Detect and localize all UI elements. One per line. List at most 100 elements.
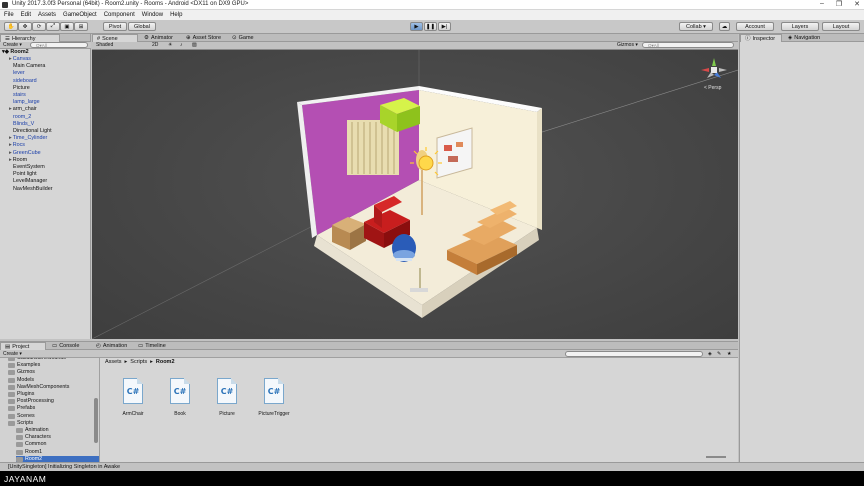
layout-dropdown[interactable]: Layout	[822, 22, 860, 31]
hierarchy-item[interactable]: room_2	[13, 114, 31, 121]
hierarchy-item[interactable]: Point light	[13, 171, 37, 178]
hierarchy-item[interactable]: Blinds_V	[13, 121, 34, 128]
breadcrumb-assets[interactable]: Assets	[105, 359, 122, 365]
folder-item[interactable]: Examples	[8, 362, 99, 369]
tab-game[interactable]: ⊙ Game	[228, 34, 258, 42]
expand-arrow-icon[interactable]: ▸	[9, 150, 12, 156]
folder-item[interactable]: NavMeshComponents	[8, 384, 99, 391]
tab-project[interactable]: ▤ Project	[0, 342, 46, 350]
collab-dropdown[interactable]: Collab ▾	[679, 22, 713, 31]
hierarchy-search-input[interactable]: Q▾All	[30, 42, 88, 48]
scene-gizmo[interactable]	[699, 56, 729, 82]
tab-console[interactable]: ▭ Console	[48, 342, 83, 350]
hierarchy-item[interactable]: NavMeshBuilder	[13, 186, 53, 193]
folder-item[interactable]: Gizmos	[8, 369, 99, 376]
menu-gameobject[interactable]: GameObject	[63, 12, 97, 18]
hierarchy-item[interactable]: ▸Rocs	[9, 142, 25, 149]
tab-hierarchy[interactable]: ☰ Hierarchy	[0, 34, 60, 42]
hand-tool-button[interactable]: ✋	[4, 22, 18, 31]
expand-arrow-icon[interactable]: ▸	[9, 142, 12, 148]
filter-label-icon[interactable]: ✎	[717, 350, 721, 358]
breadcrumb-room2[interactable]: Room2	[156, 359, 175, 365]
asset-item[interactable]: C# Picture	[207, 378, 247, 426]
hierarchy-item[interactable]: Main Camera	[13, 63, 45, 70]
audio-toggle-icon[interactable]: ♪	[180, 42, 183, 49]
shading-dropdown[interactable]: Shaded	[96, 42, 113, 49]
filter-type-icon[interactable]: ◈	[708, 350, 712, 358]
menu-help[interactable]: Help	[170, 12, 182, 18]
hierarchy-item[interactable]: ▸Room	[9, 157, 27, 164]
asset-item[interactable]: C# PictureTrigger	[254, 378, 294, 426]
scene-viewport[interactable]: < Persp	[91, 50, 739, 340]
minimize-button[interactable]: –	[820, 0, 824, 10]
tab-navigation[interactable]: ◈ Navigation	[784, 34, 824, 42]
folder-item[interactable]: Prefabs	[8, 405, 99, 412]
hierarchy-item[interactable]: ▸Time_Cylinder	[9, 135, 47, 142]
scale-tool-button[interactable]: ⤢	[46, 22, 60, 31]
effects-toggle-icon[interactable]: ▨	[192, 42, 197, 49]
hierarchy-item[interactable]: EventSystem	[13, 164, 45, 171]
tab-animator[interactable]: ⚙ Animator	[140, 34, 177, 42]
project-create-button[interactable]: Create ▾	[3, 350, 22, 358]
status-bar[interactable]: [UnitySingleton] Initializing Singleton …	[0, 462, 864, 471]
folder-item[interactable]: Plugins	[8, 391, 99, 398]
menu-window[interactable]: Window	[142, 12, 163, 18]
hierarchy-item[interactable]: ▸Canvas	[9, 56, 31, 63]
gizmos-dropdown[interactable]: Gizmos ▾	[617, 42, 638, 49]
breadcrumb-scripts[interactable]: Scripts	[130, 359, 147, 365]
play-button[interactable]: ▶	[410, 22, 423, 31]
folder-item[interactable]: Scripts	[8, 420, 99, 427]
layers-dropdown[interactable]: Layers	[781, 22, 819, 31]
pivot-toggle[interactable]: Pivot	[103, 22, 127, 31]
tab-inspector[interactable]: ⓘ Inspector	[740, 34, 782, 42]
project-search-input[interactable]	[565, 351, 703, 357]
perspective-label[interactable]: < Persp	[704, 85, 721, 91]
folder-item[interactable]: Models	[8, 377, 99, 384]
expand-arrow-icon[interactable]: ▸	[9, 56, 12, 62]
hierarchy-create-button[interactable]: Create ▾	[3, 42, 22, 49]
expand-arrow-icon[interactable]: ▸	[9, 135, 12, 141]
rect-tool-button[interactable]: ▣	[60, 22, 74, 31]
maximize-button[interactable]: ❐	[836, 0, 842, 10]
folder-item[interactable]: PostProcessing	[8, 398, 99, 405]
icon-size-slider[interactable]	[706, 456, 726, 458]
rotate-tool-button[interactable]: ⟳	[32, 22, 46, 31]
hierarchy-item[interactable]: lamp_large	[13, 99, 40, 106]
folder-item[interactable]: Animation	[16, 427, 99, 434]
favorite-icon[interactable]: ★	[727, 350, 731, 358]
2d-toggle[interactable]: 2D	[152, 42, 158, 49]
expand-arrow-icon[interactable]: ▸	[9, 106, 12, 112]
cloud-button[interactable]: ☁	[719, 22, 730, 31]
global-toggle[interactable]: Global	[128, 22, 156, 31]
menu-component[interactable]: Component	[104, 12, 135, 18]
hierarchy-item[interactable]: LevelManager	[13, 178, 47, 185]
account-dropdown[interactable]: Account	[736, 22, 774, 31]
hierarchy-item[interactable]: Directional Light	[13, 128, 52, 135]
tab-asset-store[interactable]: ⊕ Asset Store	[182, 34, 225, 42]
transform-tool-button[interactable]: ⊞	[74, 22, 88, 31]
scene-search-input[interactable]: Q▾All	[642, 42, 734, 48]
expand-arrow-icon[interactable]: ▸	[9, 157, 12, 163]
folder-item[interactable]: Common	[16, 441, 99, 448]
menu-assets[interactable]: Assets	[38, 12, 56, 18]
hierarchy-item[interactable]: sideboard	[13, 78, 37, 85]
lighting-toggle-icon[interactable]: ☀	[168, 42, 172, 49]
hierarchy-item[interactable]: stairs	[13, 92, 26, 99]
tab-scene[interactable]: # Scene	[92, 34, 138, 42]
asset-item[interactable]: C# Book	[160, 378, 200, 426]
folder-item[interactable]: Characters	[16, 434, 99, 441]
folder-item[interactable]: Room1	[16, 449, 99, 456]
folder-scrollbar[interactable]	[94, 398, 98, 443]
menu-edit[interactable]: Edit	[21, 12, 31, 18]
move-tool-button[interactable]: ✥	[18, 22, 32, 31]
menu-file[interactable]: File	[4, 12, 14, 18]
step-button[interactable]: ▶|	[438, 22, 451, 31]
hierarchy-item[interactable]: Picture	[13, 85, 30, 92]
scene-root[interactable]: ▾◆ Room2	[2, 49, 29, 56]
folder-item[interactable]: Scenes	[8, 413, 99, 420]
asset-item[interactable]: C# ArmChair	[113, 378, 153, 426]
tab-timeline[interactable]: ▭ Timeline	[134, 342, 170, 350]
hierarchy-item[interactable]: ▸GreenCube	[9, 150, 41, 157]
hierarchy-item[interactable]: lever	[13, 70, 25, 77]
close-button[interactable]: ✕	[854, 0, 860, 10]
